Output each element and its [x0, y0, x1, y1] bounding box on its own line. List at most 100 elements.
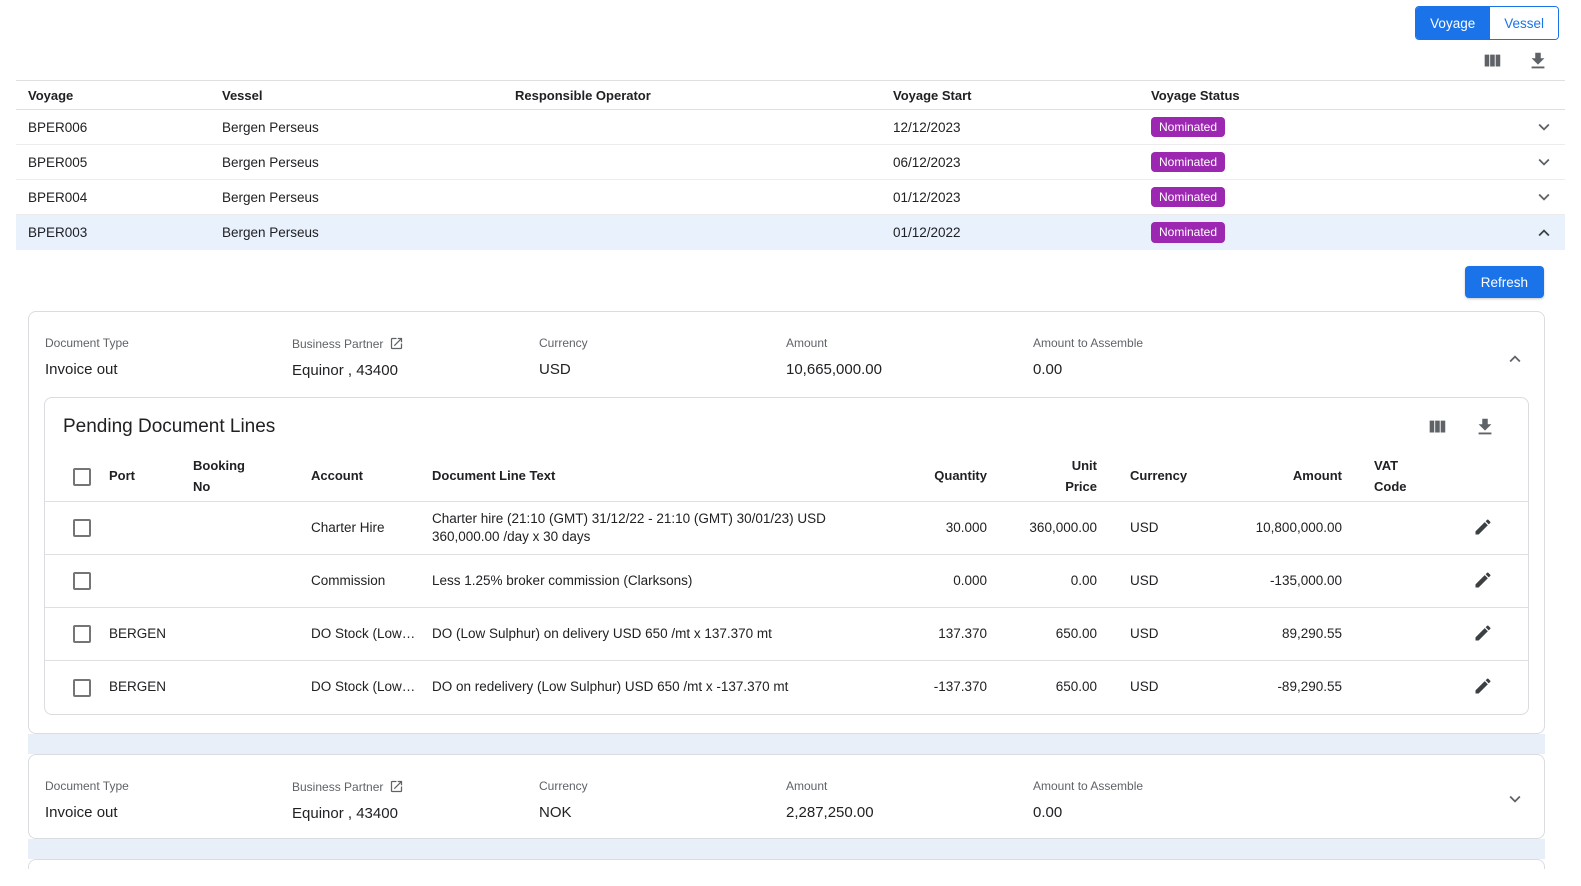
currency-field: Currency USD [539, 336, 786, 378]
document-type-label: Document Type [45, 779, 292, 793]
edit-pencil-icon[interactable] [1473, 676, 1493, 699]
open-in-new-icon[interactable] [389, 336, 404, 351]
table-row-bper003-expanded[interactable]: BPER003 Bergen Perseus 01/12/2022 Nomina… [16, 215, 1565, 250]
document-type-field: Document Type Invoice out [45, 336, 292, 378]
currency-cell: USD [1130, 572, 1202, 590]
voyage-cell: BPER004 [16, 190, 222, 205]
status-badge: Nominated [1151, 222, 1225, 242]
column-header-booking-no: Booking No [193, 456, 311, 496]
vessel-cell: Bergen Perseus [222, 225, 515, 240]
amount-value: 2,287,250.00 [786, 804, 1033, 821]
chevron-up-icon[interactable] [1504, 345, 1526, 370]
voyage-cell: BPER003 [16, 225, 222, 240]
port-cell: BERGEN [109, 678, 193, 696]
chevron-down-icon[interactable] [1533, 151, 1555, 173]
unit-price-cell: 650.00 [987, 678, 1097, 696]
start-cell: 01/12/2023 [893, 190, 1151, 205]
voyage-cell: BPER005 [16, 155, 222, 170]
select-all-checkbox[interactable] [73, 468, 91, 486]
vessel-cell: Bergen Perseus [222, 190, 515, 205]
column-header-start: Voyage Start [893, 88, 1151, 103]
amount-value: 10,665,000.00 [786, 361, 1033, 378]
amount-field: Amount 10,665,000.00 [786, 336, 1033, 378]
top-bar: Voyage Vessel [0, 0, 1581, 40]
edit-pencil-icon[interactable] [1473, 623, 1493, 646]
column-header-quantity: Quantity [899, 466, 987, 486]
column-header-status: Voyage Status [1151, 88, 1519, 103]
table-row-bper005[interactable]: BPER005 Bergen Perseus 06/12/2023 Nomina… [16, 145, 1565, 180]
document-line-row-do-redelivery: BERGEN DO Stock (Low… DO on redelivery (… [45, 661, 1528, 714]
vessel-cell: Bergen Perseus [222, 155, 515, 170]
business-partner-value: Equinor , 43400 [292, 805, 539, 822]
amount-field: Amount 2,287,250.00 [786, 779, 1033, 821]
pending-lines-column-headers: Port Booking No Account Document Line Te… [45, 452, 1528, 502]
line-text-cell: Charter hire (21:10 (GMT) 31/12/22 - 21:… [432, 510, 899, 546]
amount-label: Amount [786, 779, 1033, 793]
amount-to-assemble-label: Amount to Assemble [1033, 336, 1280, 350]
amount-label: Amount [786, 336, 1033, 350]
account-cell: DO Stock (Low… [311, 625, 432, 643]
quantity-cell: 30.000 [899, 519, 987, 537]
row-checkbox[interactable] [73, 572, 91, 590]
currency-label: Currency [539, 336, 786, 350]
amount-to-assemble-field: Amount to Assemble 0.00 [1033, 779, 1280, 821]
account-cell: Commission [311, 572, 432, 590]
document-card-partial [28, 859, 1545, 869]
table-row-bper006[interactable]: BPER006 Bergen Perseus 12/12/2023 Nomina… [16, 110, 1565, 145]
amount-to-assemble-value: 0.00 [1033, 804, 1280, 821]
status-badge: Nominated [1151, 152, 1225, 172]
column-header-account: Account [311, 466, 432, 486]
chevron-down-icon[interactable] [1533, 186, 1555, 208]
currency-value: USD [539, 361, 786, 378]
chevron-up-icon[interactable] [1533, 222, 1555, 244]
line-text-cell: Less 1.25% broker commission (Clarksons) [432, 572, 899, 590]
column-header-unit-price: Unit Price [987, 456, 1097, 496]
quantity-cell: 137.370 [899, 625, 987, 643]
vessel-toggle-button[interactable]: Vessel [1489, 7, 1558, 39]
row-checkbox[interactable] [73, 519, 91, 537]
refresh-button[interactable]: Refresh [1465, 266, 1544, 298]
amount-to-assemble-value: 0.00 [1033, 361, 1280, 378]
unit-price-cell: 360,000.00 [987, 519, 1097, 537]
voyage-detail-panel: Refresh Document Type Invoice out Busine… [0, 250, 1581, 869]
columns-icon[interactable] [1426, 416, 1448, 438]
columns-icon[interactable] [1481, 50, 1503, 72]
column-header-amount: Amount [1202, 466, 1342, 486]
quantity-cell: -137.370 [899, 678, 987, 696]
voyage-cell: BPER006 [16, 120, 222, 135]
amount-cell: 89,290.55 [1202, 625, 1342, 643]
card-separator [28, 734, 1545, 754]
line-text-cell: DO on redelivery (Low Sulphur) USD 650 /… [432, 678, 899, 696]
edit-pencil-icon[interactable] [1473, 570, 1493, 593]
voyage-toggle-button[interactable]: Voyage [1416, 7, 1489, 39]
business-partner-field: Business Partner Equinor , 43400 [292, 336, 539, 379]
download-icon[interactable] [1474, 416, 1496, 438]
currency-value: NOK [539, 804, 786, 821]
pending-document-lines-card: Pending Document Lines Port Booking No A… [44, 397, 1529, 715]
amount-cell: -135,000.00 [1202, 572, 1342, 590]
amount-to-assemble-field: Amount to Assemble 0.00 [1033, 336, 1280, 378]
document-line-row-charter-hire: Charter Hire Charter hire (21:10 (GMT) 3… [45, 502, 1528, 555]
quantity-cell: 0.000 [899, 572, 987, 590]
row-checkbox[interactable] [73, 679, 91, 697]
business-partner-label: Business Partner [292, 780, 383, 794]
document-summary: Document Type Invoice out Business Partn… [29, 312, 1544, 393]
document-type-field: Document Type Invoice out [45, 779, 292, 821]
download-icon[interactable] [1527, 50, 1549, 72]
voyages-table-header: Voyage Vessel Responsible Operator Voyag… [16, 80, 1565, 110]
voyage-table-toolbar [0, 40, 1581, 80]
document-summary: Document Type Invoice out Business Partn… [29, 755, 1544, 838]
refresh-row: Refresh [0, 250, 1581, 311]
currency-cell: USD [1130, 519, 1202, 537]
table-row-bper004[interactable]: BPER004 Bergen Perseus 01/12/2023 Nomina… [16, 180, 1565, 215]
column-header-currency: Currency [1130, 466, 1202, 486]
vessel-cell: Bergen Perseus [222, 120, 515, 135]
card-separator [28, 839, 1545, 859]
chevron-down-icon[interactable] [1533, 116, 1555, 138]
chevron-down-icon[interactable] [1504, 788, 1526, 813]
edit-pencil-icon[interactable] [1473, 517, 1493, 540]
row-checkbox[interactable] [73, 625, 91, 643]
open-in-new-icon[interactable] [389, 779, 404, 794]
currency-cell: USD [1130, 625, 1202, 643]
status-badge: Nominated [1151, 187, 1225, 207]
